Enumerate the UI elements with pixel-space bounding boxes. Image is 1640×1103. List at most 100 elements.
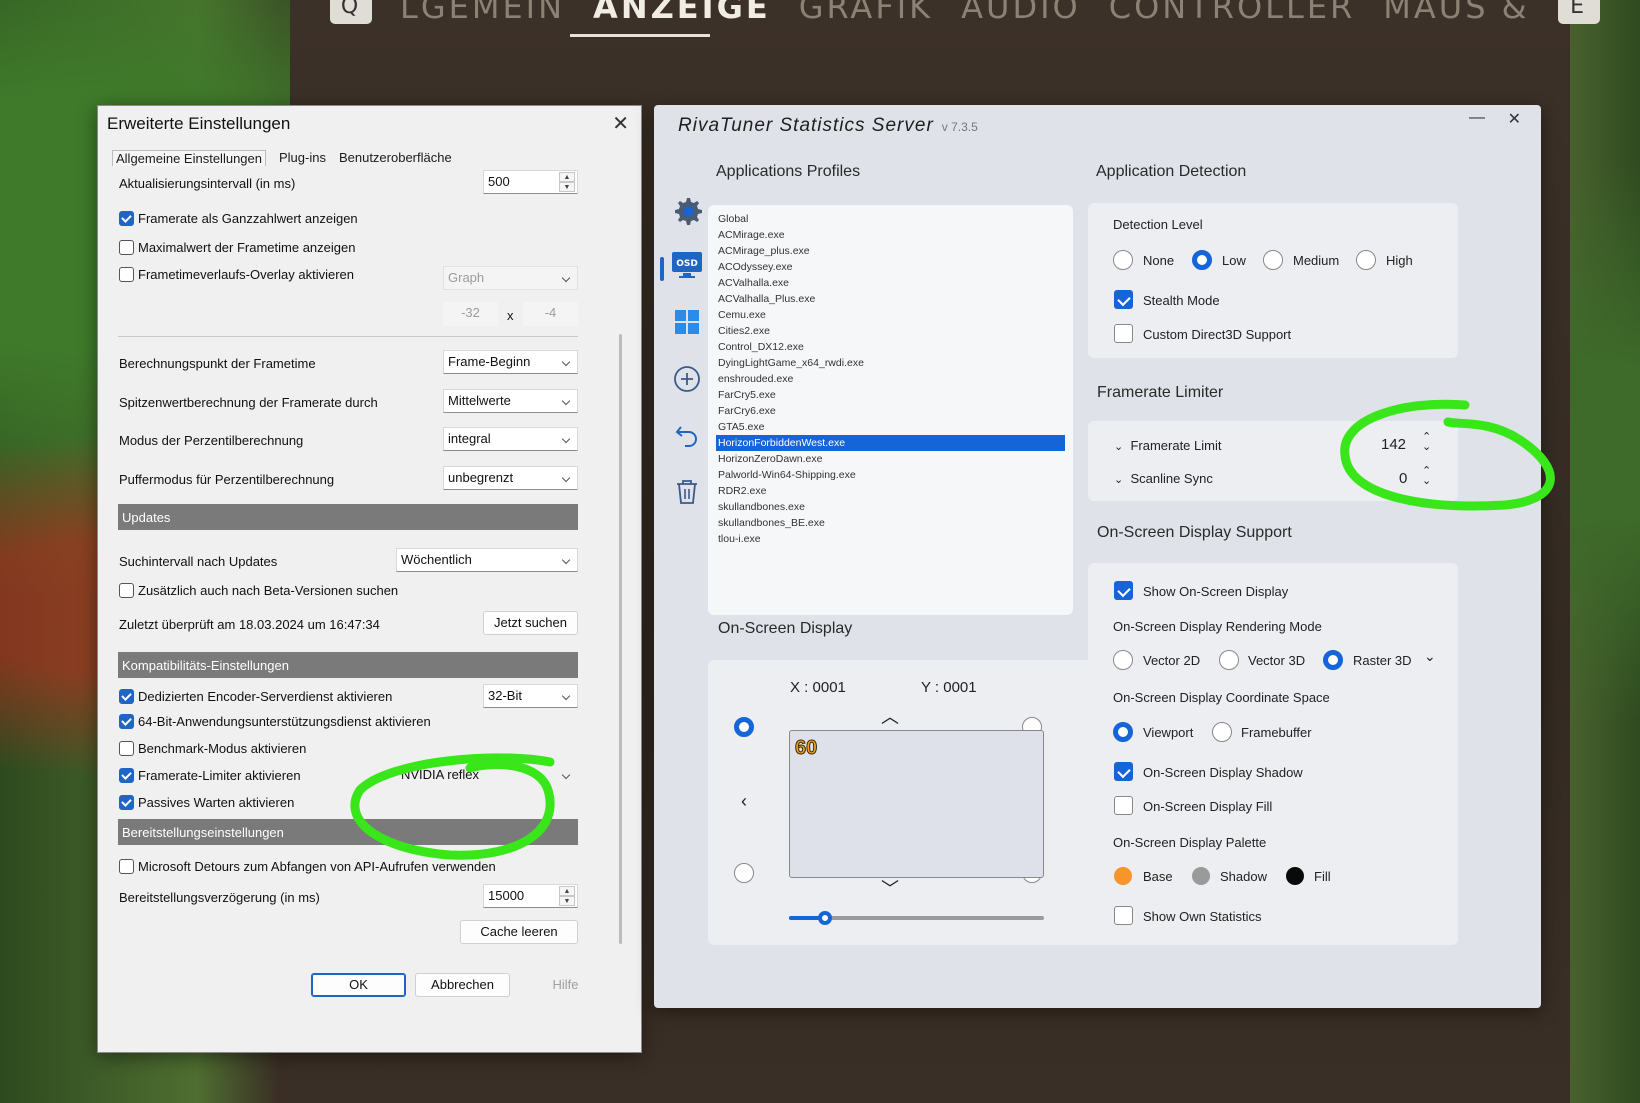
osd-zoom-slider-knob[interactable] bbox=[818, 911, 832, 925]
add-profile-icon[interactable] bbox=[670, 362, 704, 396]
limiter-mode-select[interactable]: NVIDIA reflex bbox=[396, 763, 578, 787]
vector3d-radio[interactable] bbox=[1219, 650, 1239, 670]
app-item[interactable]: enshrouded.exe bbox=[716, 371, 1065, 387]
game-tab-audio[interactable]: AUDIO bbox=[961, 0, 1081, 26]
64bit-checkbox[interactable] bbox=[119, 714, 134, 729]
detours-row[interactable]: Microsoft Detours zum Abfangen von API-A… bbox=[119, 859, 496, 874]
framerate-limit-row[interactable]: ⌄ Framerate Limit bbox=[1114, 438, 1221, 453]
osd-preview-box[interactable]: 60 bbox=[789, 730, 1044, 878]
windows-logo-icon[interactable] bbox=[670, 305, 704, 339]
game-tab-mouse[interactable]: MAUS & bbox=[1383, 0, 1529, 26]
detection-high-radio[interactable] bbox=[1356, 250, 1376, 270]
passive-wait-checkbox[interactable] bbox=[119, 795, 134, 810]
palette-fill-swatch[interactable] bbox=[1286, 867, 1304, 885]
app-item[interactable]: HorizonZeroDawn.exe bbox=[716, 451, 1065, 467]
tab-plugins[interactable]: Plug-ins bbox=[279, 150, 326, 166]
clear-cache-button[interactable]: Cache leeren bbox=[460, 920, 578, 944]
search-now-button[interactable]: Jetzt suchen bbox=[483, 611, 578, 635]
delete-trash-icon[interactable] bbox=[670, 475, 704, 509]
framerate-int-row[interactable]: Framerate als Ganzzahlwert anzeigen bbox=[119, 211, 358, 226]
graph-select[interactable]: Graph bbox=[443, 266, 578, 290]
app-item[interactable]: Cemu.exe bbox=[716, 307, 1065, 323]
app-item[interactable]: GTA5.exe bbox=[716, 419, 1065, 435]
app-item[interactable]: Control_DX12.exe bbox=[716, 339, 1065, 355]
game-tab-display[interactable]: ANZEIGE bbox=[593, 0, 771, 26]
app-item[interactable]: Cities2.exe bbox=[716, 323, 1065, 339]
deploy-delay-spinner[interactable]: ▲ ▼ bbox=[559, 886, 575, 906]
benchmark-checkbox[interactable] bbox=[119, 741, 134, 756]
app-profile-list[interactable]: Global ACMirage.exe ACMirage_plus.exe AC… bbox=[708, 205, 1073, 615]
search-interval-select[interactable]: Wöchentlich bbox=[396, 548, 578, 572]
update-interval-spinner[interactable]: ▲ ▼ bbox=[559, 172, 575, 192]
undo-icon[interactable] bbox=[670, 418, 704, 452]
max-frametime-row[interactable]: Maximalwert der Frametime anzeigen bbox=[119, 240, 355, 255]
percentile-mode-select[interactable]: integral bbox=[443, 427, 578, 451]
app-item[interactable]: ACValhalla.exe bbox=[716, 275, 1065, 291]
app-item[interactable]: FarCry5.exe bbox=[716, 387, 1065, 403]
beta-row[interactable]: Zusätzlich auch nach Beta-Versionen such… bbox=[119, 583, 398, 598]
passive-wait-row[interactable]: Passives Warten aktivieren bbox=[119, 795, 294, 810]
dialog-close-icon[interactable]: ✕ bbox=[612, 111, 629, 136]
framerate-limit-spinner-icon[interactable]: ⌃ ⌄ bbox=[1422, 432, 1431, 453]
osd-shadow-checkbox[interactable] bbox=[1114, 762, 1133, 781]
app-item[interactable]: skullandbones.exe bbox=[716, 499, 1065, 515]
scanline-sync-row[interactable]: ⌄ Scanline Sync bbox=[1114, 471, 1213, 486]
osd-monitor-icon[interactable]: OSD bbox=[670, 248, 704, 282]
frametime-overlay-checkbox[interactable] bbox=[119, 267, 134, 282]
game-tab-controller[interactable]: CONTROLLER bbox=[1109, 0, 1356, 26]
scanline-sync-value[interactable]: 0 bbox=[1399, 470, 1407, 487]
show-osd-checkbox[interactable] bbox=[1114, 581, 1133, 600]
osd-corner-top-left-radio[interactable] bbox=[734, 717, 754, 737]
limiter-checkbox[interactable] bbox=[119, 768, 134, 783]
cancel-button[interactable]: Abbrechen bbox=[415, 973, 510, 997]
deploy-delay-input[interactable]: 15000 ▲ ▼ bbox=[483, 884, 578, 908]
limiter-row[interactable]: Framerate-Limiter aktivieren bbox=[119, 768, 301, 783]
detection-medium-radio[interactable] bbox=[1263, 250, 1283, 270]
osd-left-chevron-icon[interactable]: ‹ bbox=[741, 791, 747, 812]
minimize-icon[interactable]: — bbox=[1469, 109, 1485, 127]
raster3d-dropdown-chevron-icon[interactable]: ⌄ bbox=[1424, 648, 1436, 665]
encoder-bitness-select[interactable]: 32-Bit bbox=[483, 684, 578, 708]
ok-button[interactable]: OK bbox=[311, 973, 406, 997]
osd-down-chevron-icon[interactable]: ﹀ bbox=[881, 875, 899, 901]
app-item[interactable]: ACValhalla_Plus.exe bbox=[716, 291, 1065, 307]
osd-fill-checkbox[interactable] bbox=[1114, 796, 1133, 815]
own-stats-checkbox[interactable] bbox=[1114, 906, 1133, 925]
benchmark-row[interactable]: Benchmark-Modus aktivieren bbox=[119, 741, 306, 756]
dialog-scrollbar[interactable] bbox=[619, 334, 622, 944]
stealth-mode-checkbox[interactable] bbox=[1114, 290, 1133, 309]
app-item[interactable]: ACMirage.exe bbox=[716, 227, 1065, 243]
max-frametime-checkbox[interactable] bbox=[119, 240, 134, 255]
overlay-size-x[interactable]: -32 bbox=[443, 302, 498, 326]
game-tab-graphics[interactable]: GRAFIK bbox=[799, 0, 933, 26]
viewport-radio[interactable] bbox=[1113, 722, 1133, 742]
app-item-selected[interactable]: HorizonForbiddenWest.exe bbox=[716, 435, 1065, 451]
app-item[interactable]: DyingLightGame_x64_rwdi.exe bbox=[716, 355, 1065, 371]
encoder-checkbox[interactable] bbox=[119, 689, 134, 704]
framerate-int-checkbox[interactable] bbox=[119, 211, 134, 226]
app-item[interactable]: skullandbones_BE.exe bbox=[716, 515, 1065, 531]
overlay-size-y[interactable]: -4 bbox=[523, 302, 578, 326]
framebuffer-radio[interactable] bbox=[1212, 722, 1232, 742]
buffer-mode-select[interactable]: unbegrenzt bbox=[443, 466, 578, 490]
osd-up-chevron-icon[interactable]: ︿ bbox=[881, 703, 899, 729]
vector2d-radio[interactable] bbox=[1113, 650, 1133, 670]
peak-calc-select[interactable]: Mittelwerte bbox=[443, 389, 578, 413]
osd-corner-bottom-left-radio[interactable] bbox=[734, 863, 754, 883]
detection-low-radio[interactable] bbox=[1192, 250, 1212, 270]
update-interval-input[interactable]: 500 ▲ ▼ bbox=[483, 170, 578, 194]
tab-user-interface[interactable]: Benutzeroberfläche bbox=[339, 150, 452, 166]
frametime-overlay-row[interactable]: Frametimeverlaufs-Overlay aktivieren bbox=[119, 267, 354, 282]
app-item[interactable]: ACOdyssey.exe bbox=[716, 259, 1065, 275]
beta-checkbox[interactable] bbox=[119, 583, 134, 598]
riva-close-icon[interactable]: ✕ bbox=[1508, 109, 1521, 129]
64bit-row[interactable]: 64-Bit-Anwendungsunterstützungsdienst ak… bbox=[119, 714, 431, 729]
scanline-sync-spinner-icon[interactable]: ⌃ ⌄ bbox=[1422, 466, 1431, 487]
palette-shadow-swatch[interactable] bbox=[1192, 867, 1210, 885]
detection-none-radio[interactable] bbox=[1113, 250, 1133, 270]
palette-base-swatch[interactable] bbox=[1114, 867, 1132, 885]
tab-general-settings[interactable]: Allgemeine Einstellungen bbox=[112, 150, 266, 166]
app-item[interactable]: FarCry6.exe bbox=[716, 403, 1065, 419]
framerate-limit-value[interactable]: 142 bbox=[1381, 436, 1406, 453]
app-item[interactable]: RDR2.exe bbox=[716, 483, 1065, 499]
